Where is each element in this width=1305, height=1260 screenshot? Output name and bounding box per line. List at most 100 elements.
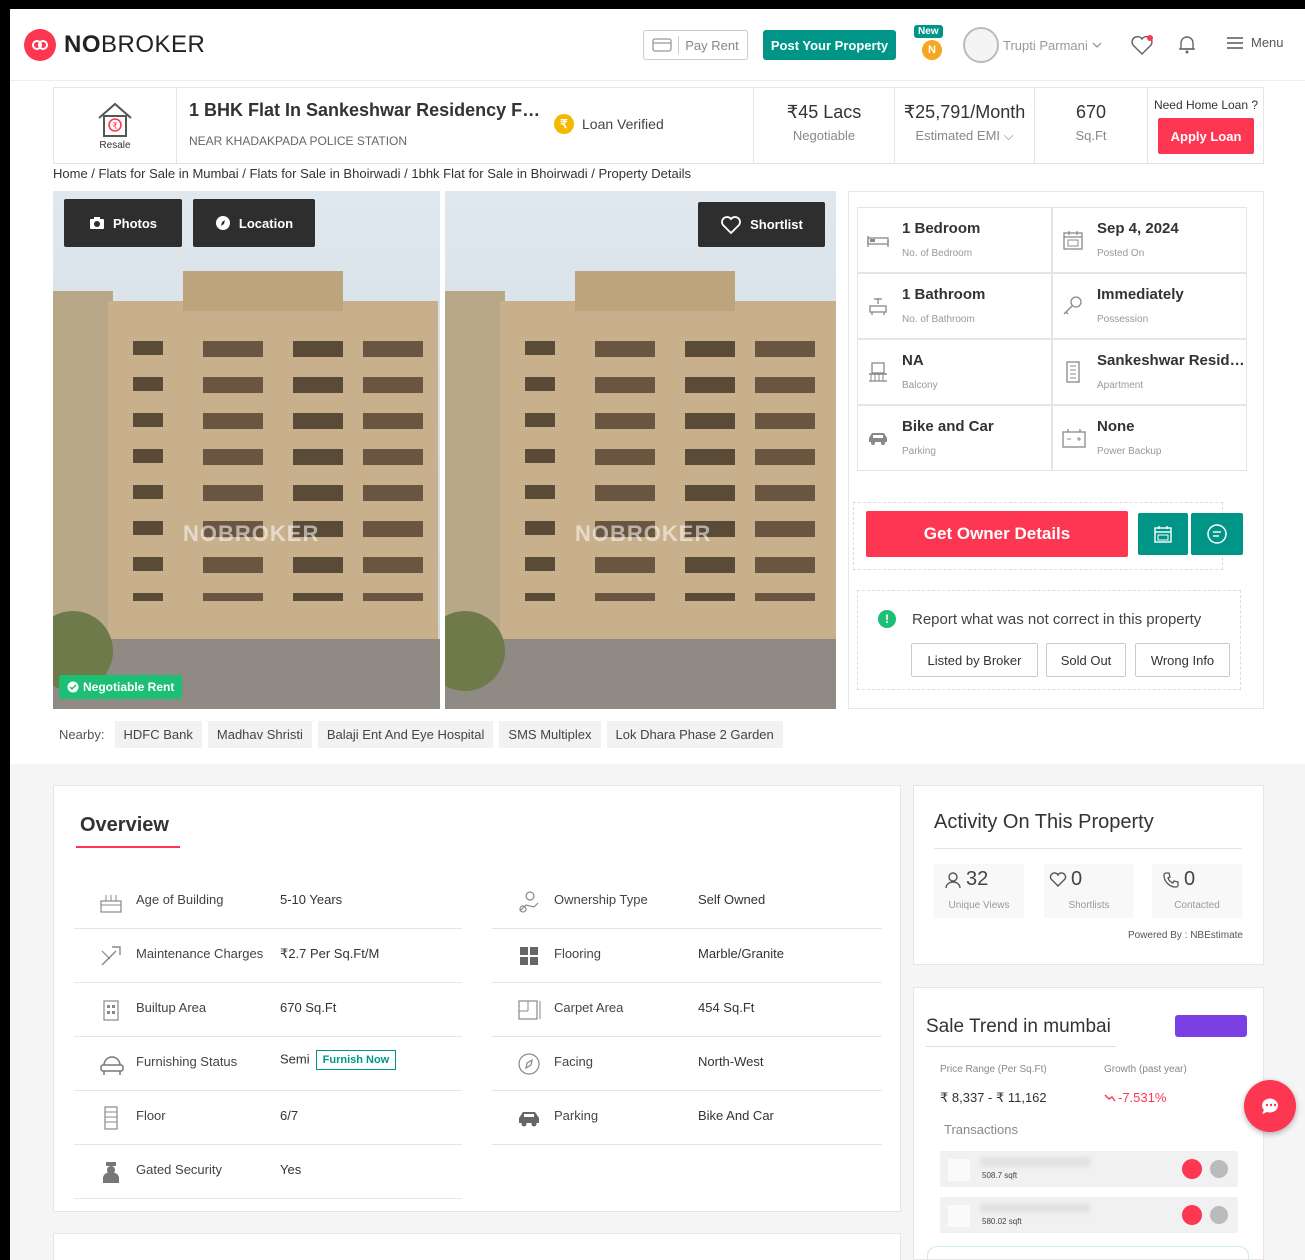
bed-icon [866,228,890,252]
new-feature-badge[interactable]: New N [914,21,950,60]
menu-label: Menu [1251,35,1284,50]
post-property-button[interactable]: Post Your Property [763,30,896,60]
overview-row: Carpet Area 454 Sq.Ft [492,983,882,1037]
property-photo-1[interactable]: NOBROKER [53,191,440,709]
flooring-icon [516,943,542,969]
furnishing-icon [98,1051,124,1077]
emi-stat[interactable]: ₹25,791/Month Estimated EMI ⌵ [895,88,1035,163]
chat-owner-button[interactable] [1191,513,1243,555]
lock-icon[interactable] [1182,1205,1202,1225]
furnish-now-button[interactable]: Furnish Now [315,1050,397,1070]
overview-row: Builtup Area 670 Sq.Ft [74,983,462,1037]
price-value: ₹45 Lacs [786,102,862,122]
photos-button[interactable]: Photos [64,199,182,247]
property-photo-2[interactable]: NOBROKER [445,191,836,709]
heart-icon[interactable] [1130,34,1154,56]
top-navbar: NOBROKER Pay Rent Post Your Property New… [10,9,1305,81]
price-range-label: Price Range (Per Sq.Ft) [940,1064,1047,1075]
apply-loan-button[interactable]: Apply Loan [1158,118,1254,154]
chat-fab-button[interactable] [1244,1080,1296,1132]
user-name: Trupti Parmani [1003,37,1088,53]
new-dot: N [922,40,942,60]
pay-rent-button[interactable]: Pay Rent [643,30,748,60]
detail-posted-on: Sep 4, 2024 Posted On [1052,207,1247,273]
price-label: Negotiable [792,128,856,143]
trend-more-button[interactable] [927,1246,1249,1260]
house-rupee-icon: ₹ [95,100,135,138]
schedule-visit-button[interactable] [1138,513,1188,555]
get-owner-details-button[interactable]: Get Owner Details [866,511,1128,557]
nearby-chip[interactable]: SMS Multiplex [499,721,601,748]
bell-icon[interactable] [1178,34,1196,54]
avatar [963,27,999,63]
nobroker-logo[interactable]: NOBROKER [24,29,205,61]
carpet-area-icon [516,997,542,1023]
activity-card: Activity On This Property 32 Unique View… [913,785,1264,965]
nearby-chip[interactable]: Madhav Shristi [207,721,312,748]
detail-bathroom: 1 Bathroom No. of Bathroom [857,273,1052,339]
report-box: ! Report what was not correct in this pr… [857,590,1241,690]
phone-icon [1162,871,1180,889]
emi-label: Estimated EMI ⌵ [915,128,1014,143]
transaction-area: 580.02 sqft [982,1217,1022,1226]
breadcrumb[interactable]: Home / Flats for Sale in Mumbai / Flats … [53,166,691,181]
info-icon: ! [878,610,896,628]
nearby-label: Nearby: [59,727,105,742]
detail-label: Possession [1097,314,1149,325]
detail-parking: Bike and Car Parking [857,405,1052,471]
unique-views-stat: 32 Unique Views [934,864,1024,918]
powered-by: Powered By : NBEstimate [1127,930,1243,941]
location-button[interactable]: Location [193,199,315,247]
arrow-right-icon[interactable] [1210,1160,1228,1178]
nearby-chip[interactable]: HDFC Bank [114,721,202,748]
shortlists-stat: 0 Shortlists [1044,864,1134,918]
overview-key: Carpet Area [554,1000,624,1015]
report-sold-out-button[interactable]: Sold Out [1046,643,1126,677]
overview-row: Facing North-West [492,1037,882,1091]
detail-label: Posted On [1097,248,1145,259]
check-circle-icon [67,681,79,693]
negotiable-label: Negotiable Rent [83,680,175,694]
detail-label: Parking [902,446,936,457]
detail-power-backup: None Power Backup [1052,405,1247,471]
shortlists-count: 0 [1071,868,1083,890]
property-title: 1 BHK Flat In Sankeshwar Residency For S… [189,100,549,120]
detail-value: 1 Bathroom [902,286,986,303]
security-guard-icon [98,1159,124,1185]
ownership-icon [516,889,542,915]
lock-icon[interactable] [1182,1159,1202,1179]
arrow-right-icon[interactable] [1210,1206,1228,1224]
property-details-panel: 1 Bedroom No. of Bedroom Sep 4, 2024 Pos… [848,191,1264,709]
growth-value: -7.531% [1118,1090,1167,1105]
contacted-stat: 0 Contacted [1152,864,1242,918]
transaction-row[interactable]: 508.7 sqft [940,1151,1238,1187]
growth-value-wrap: -7.531% [1104,1090,1166,1105]
growth-label: Growth (past year) [1104,1064,1187,1075]
overview-key: Flooring [554,946,601,961]
transaction-row[interactable]: 580.02 sqft [940,1197,1238,1233]
overview-value: Marble/Granite [698,946,784,961]
emi-value: ₹25,791/Month [903,102,1026,122]
detail-label: No. of Bathroom [902,314,975,325]
menu-button[interactable]: Menu [1227,35,1284,50]
overview-row: Age of Building 5-10 Years [74,875,462,929]
report-listed-by-broker-button[interactable]: Listed by Broker [911,643,1038,677]
overview-key: Ownership Type [554,892,648,907]
area-stat: 670 Sq.Ft [1035,88,1148,163]
nearby-chip[interactable]: Balaji Ent And Eye Hospital [317,721,494,748]
report-wrong-info-button[interactable]: Wrong Info [1135,643,1230,677]
overview-title: Overview [80,814,169,836]
watermark: NOBROKER [183,521,320,546]
activity-divider [934,848,1242,849]
overview-value: 5-10 Years [280,892,343,907]
nearby-chip[interactable]: Lok Dhara Phase 2 Garden [606,721,783,748]
overview-value: Semi [280,1051,310,1067]
new-tag: New [914,25,943,38]
logo-text: NOBROKER [64,31,206,58]
detail-possession: Immediately Possession [1052,273,1247,339]
photo-gallery[interactable]: NOBROKER NOBROKER Photos Location Shortl… [53,191,836,709]
shortlist-button[interactable]: Shortlist [698,202,825,247]
user-menu[interactable]: Trupti Parmani [963,27,1102,63]
detail-value: Bike and Car [902,418,994,435]
sale-trend-underline [926,1046,1116,1047]
